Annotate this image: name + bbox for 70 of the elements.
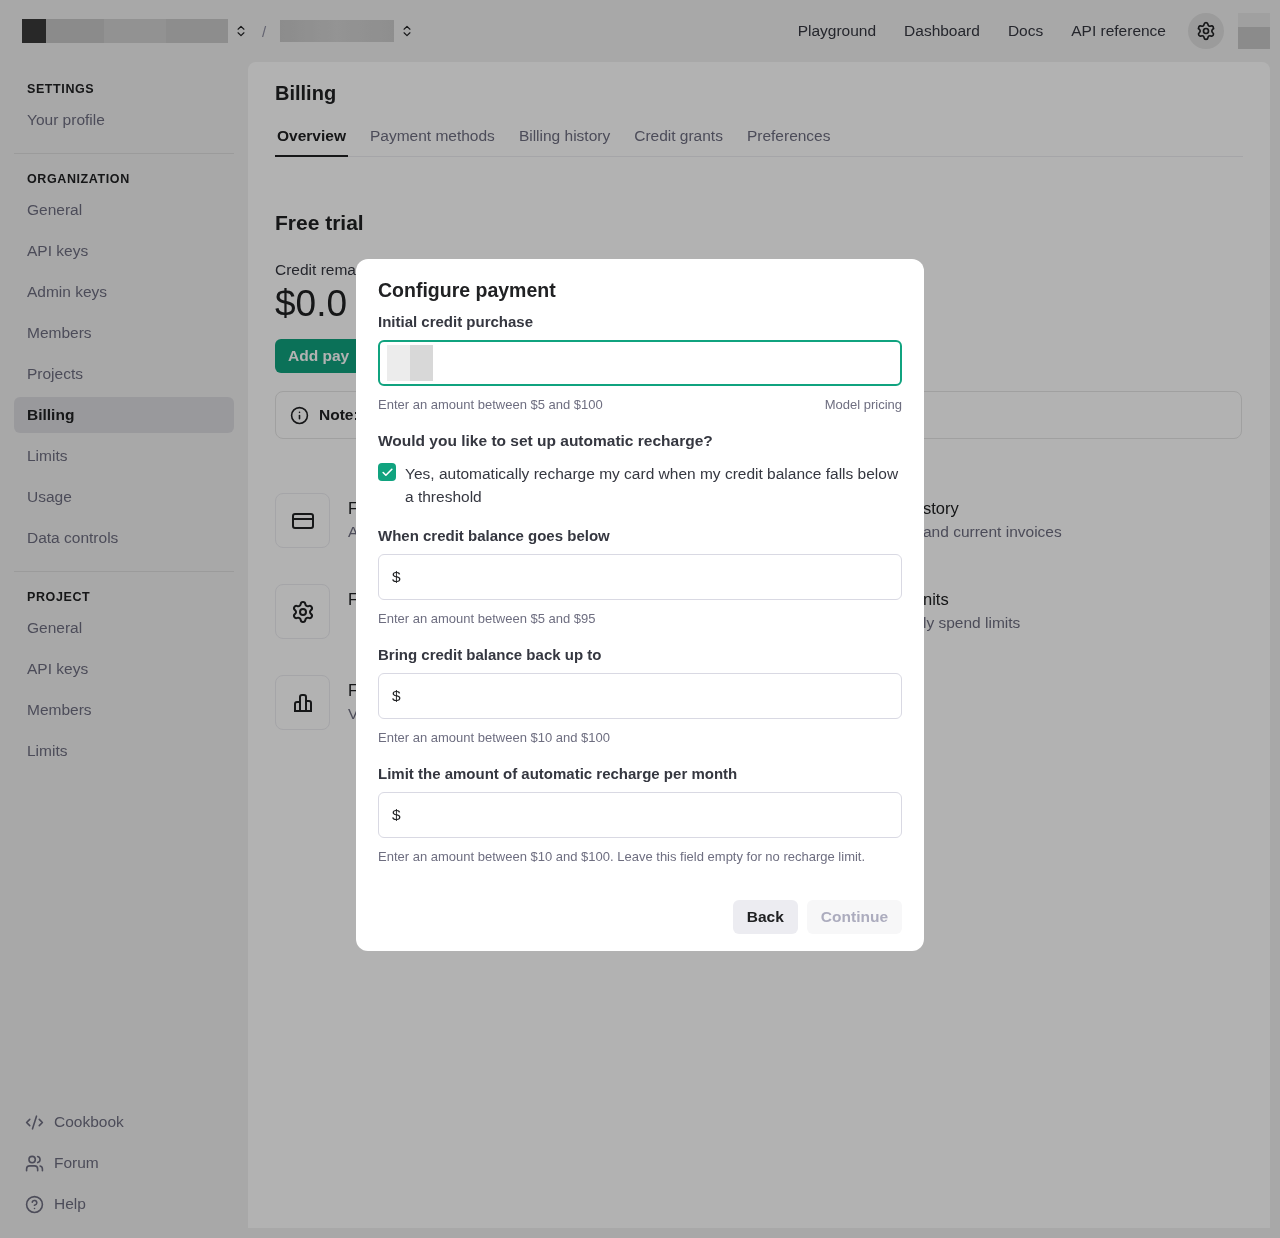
tab[interactable]: Billing history [516, 127, 613, 157]
sidebar-link[interactable]: Cookbook [14, 1104, 234, 1140]
amount-field[interactable]: $ [378, 673, 902, 719]
field-hint: Enter an amount between $5 and $95 [378, 611, 597, 626]
sidebar-item[interactable]: General [14, 192, 234, 228]
help-icon [25, 1194, 44, 1214]
sidebar-item[interactable]: Projects [14, 356, 234, 392]
sidebar-item[interactable]: API keys [14, 651, 234, 687]
settings-icon [1196, 21, 1216, 41]
checkbox-label: Yes, automatically recharge my card when my credit balance falls below a threshold [405, 464, 900, 507]
tab[interactable]: Overview [275, 127, 348, 157]
sidebar-link[interactable]: Forum [14, 1145, 234, 1181]
organization-name-redacted[interactable] [22, 19, 228, 43]
credit-amount: $0.0 [275, 283, 347, 325]
settings-icon [290, 599, 315, 624]
field-label: Bring credit balance back up to [378, 646, 603, 663]
sidebar-item[interactable]: Usage [14, 479, 234, 515]
section-heading: ORGANIZATION [26, 172, 131, 186]
model-pricing-link[interactable]: Model pricing [824, 397, 902, 412]
field-label: Initial credit purchase [378, 313, 535, 330]
amount-field[interactable]: $ [378, 792, 902, 838]
card-icon-tile[interactable] [275, 675, 330, 730]
nav-link[interactable]: API reference [1071, 22, 1166, 40]
card-icon-tile[interactable] [275, 493, 330, 548]
tab[interactable]: Preferences [744, 127, 833, 157]
field-hint: Enter an amount between $10 and $100. Leave this field empty for no recharge limit. [378, 849, 867, 864]
sidebar-item[interactable]: Members [14, 692, 234, 728]
sidebar-item[interactable]: Data controls [14, 520, 234, 556]
card-subtitle: and current invoices [923, 523, 1063, 541]
section-title: Free trial [275, 211, 365, 235]
tab[interactable]: Payment methods [367, 127, 497, 157]
field-hint: Enter an amount between $10 and $100 [378, 730, 611, 745]
sidebar-item[interactable]: Limits [14, 733, 234, 769]
tab[interactable]: Credit grants [632, 127, 725, 157]
section-heading: SETTINGS [26, 82, 96, 96]
dialog-title: Configure payment [378, 279, 557, 302]
back-button[interactable]: Back [732, 900, 798, 934]
nav-link[interactable]: Docs [1007, 22, 1044, 40]
code-icon [25, 1112, 44, 1132]
page-title: Billing [275, 82, 338, 105]
card-subtitle: ly spend limits [923, 614, 1022, 632]
recharge-question: Would you like to set up automatic recharge? [378, 432, 714, 450]
sidebar-item[interactable]: Billing [14, 397, 234, 433]
sidebar-item[interactable]: Admin keys [14, 274, 234, 310]
section-heading: PROJECT [26, 590, 92, 604]
note-text: Note: [319, 406, 359, 424]
nav-link[interactable]: Playground [797, 22, 877, 40]
breadcrumb-separator: / [262, 22, 267, 40]
field-label: When credit balance goes below [378, 527, 611, 544]
amount-field[interactable]: $ [378, 554, 902, 600]
recharge-checkbox[interactable] [378, 463, 396, 481]
check-icon [380, 465, 394, 479]
sidebar-item[interactable]: General [14, 610, 234, 646]
sidebar-item[interactable]: API keys [14, 233, 234, 269]
sidebar-link[interactable]: Help [14, 1186, 234, 1222]
nav-link[interactable]: Dashboard [904, 22, 980, 40]
redacted-value [387, 345, 433, 381]
field-hint: Enter an amount between $5 and $100 [378, 397, 603, 412]
sidebar-item[interactable]: Limits [14, 438, 234, 474]
card-title: nits [923, 590, 950, 609]
sidebar-item[interactable]: Members [14, 315, 234, 351]
credit-label: Credit rema [275, 261, 356, 279]
credit-amount-field[interactable] [378, 340, 902, 386]
info-icon [290, 405, 309, 425]
sidebar-item[interactable]: Your profile [14, 102, 234, 138]
people-icon [25, 1153, 44, 1173]
field-label: Limit the amount of automatic recharge per month [378, 765, 739, 782]
card-title: story [923, 499, 960, 518]
card-icon-tile[interactable] [275, 584, 330, 639]
settings-button[interactable] [1188, 13, 1224, 49]
